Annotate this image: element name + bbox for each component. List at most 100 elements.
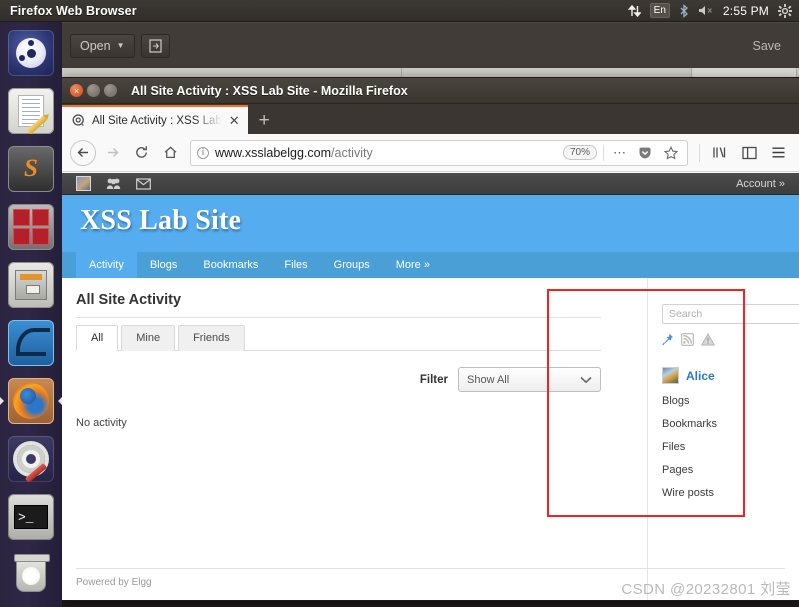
chevron-down-icon: ▼ — [116, 41, 125, 50]
avatar[interactable] — [662, 367, 679, 384]
gear-icon[interactable] — [778, 3, 792, 18]
tab-mine[interactable]: Mine — [121, 325, 176, 351]
sidebar-link-wire-posts[interactable]: Wire posts — [662, 487, 787, 499]
pin-icon[interactable] — [662, 333, 674, 351]
firefox-tabbar: All Site Activity : XSS Lab ✕ + — [62, 104, 799, 134]
maximize-window-button[interactable] — [104, 84, 117, 97]
active-app-title: Firefox Web Browser — [10, 3, 137, 18]
elgg-sidebar: Search Alice Blogs Bookmarks Files Pages… — [662, 278, 799, 499]
minimize-window-button[interactable] — [87, 84, 100, 97]
info-icon[interactable]: i — [197, 146, 209, 159]
file-manager-icon — [8, 262, 54, 308]
sidebar-icon[interactable] — [736, 140, 762, 166]
text-editor-toolbar: Open ▼ Save — [62, 23, 799, 68]
friends-icon[interactable] — [106, 176, 121, 191]
launcher-item-terminal[interactable]: >_ — [0, 488, 62, 546]
launcher-item-virtual-machine[interactable] — [0, 198, 62, 256]
search-placeholder: Search — [669, 308, 703, 320]
virtual-machine-icon — [8, 204, 54, 250]
launcher-item-sublime-text[interactable]: S — [0, 140, 62, 198]
web-page-content: Account » XSS Lab Site Activity Blogs Bo… — [62, 173, 799, 600]
forward-arrow-icon[interactable] — [99, 140, 125, 166]
urlbar-divider — [603, 144, 604, 161]
url-path: /activity — [331, 145, 373, 160]
hamburger-menu-icon[interactable] — [765, 140, 791, 166]
background-text-editor-window[interactable]: Open ▼ Save — [62, 22, 799, 83]
url-bar[interactable]: i www.xsslabelgg.com/activity 70% ⋯ — [190, 139, 688, 166]
library-icon[interactable] — [707, 140, 733, 166]
elgg-favicon-icon — [72, 114, 85, 127]
back-arrow-icon[interactable] — [70, 139, 96, 166]
nav-item-activity[interactable]: Activity — [76, 252, 137, 278]
nav-item-groups[interactable]: Groups — [321, 252, 383, 278]
keyboard-layout-indicator[interactable]: En — [649, 3, 670, 18]
new-document-icon[interactable] — [140, 33, 170, 58]
watermark-text: CSDN @20232801 刘莹 — [621, 581, 791, 598]
empty-state-message: No activity — [76, 417, 127, 429]
filter-select[interactable]: Show All — [458, 367, 601, 392]
launcher-item-wireshark[interactable] — [0, 314, 62, 372]
launcher-item-settings[interactable] — [0, 430, 62, 488]
open-button-label: Open — [80, 38, 111, 53]
filter-label: Filter — [419, 373, 448, 386]
launcher-item-firefox[interactable] — [0, 372, 62, 430]
firefox-window: × All Site Activity : XSS Lab Site - Moz… — [62, 78, 799, 600]
sidebar-link-files[interactable]: Files — [662, 441, 787, 453]
star-icon[interactable] — [661, 145, 681, 160]
browser-tab-title: All Site Activity : XSS Lab — [92, 114, 222, 127]
zoom-level-indicator[interactable]: 70% — [562, 145, 597, 160]
toolbar-divider — [699, 143, 700, 162]
report-icon[interactable] — [700, 332, 716, 351]
search-input[interactable]: Search — [662, 304, 799, 324]
page-title: All Site Activity — [76, 278, 601, 318]
nav-item-files[interactable]: Files — [271, 252, 320, 278]
tab-all[interactable]: All — [76, 325, 119, 351]
save-button[interactable]: Save — [743, 34, 792, 58]
ellipsis-icon[interactable]: ⋯ — [610, 145, 629, 161]
nav-item-blogs[interactable]: Blogs — [137, 252, 191, 278]
pocket-icon[interactable] — [635, 146, 655, 160]
network-updown-icon[interactable] — [627, 4, 641, 18]
url-text: www.xsslabelgg.com/activity — [215, 146, 557, 160]
nav-item-more[interactable]: More » — [383, 252, 443, 278]
desktop-bottom-strip — [62, 600, 799, 607]
rss-icon[interactable] — [681, 333, 695, 351]
home-icon[interactable] — [157, 140, 183, 166]
unity-top-panel: Firefox Web Browser En 2:55 PM — [0, 0, 799, 22]
launcher-item-ubuntu-dash[interactable] — [0, 24, 62, 82]
sidebar-user-name[interactable]: Alice — [686, 369, 715, 383]
close-tab-icon[interactable]: ✕ — [229, 114, 240, 127]
launcher-active-pip — [58, 397, 62, 405]
reload-icon[interactable] — [128, 140, 154, 166]
settings-gear-icon — [8, 436, 54, 482]
close-window-button[interactable]: × — [70, 84, 83, 97]
nav-item-bookmarks[interactable]: Bookmarks — [190, 252, 271, 278]
launcher-item-text-editor[interactable] — [0, 82, 62, 140]
sidebar-user-row[interactable]: Alice — [662, 367, 787, 384]
ubuntu-logo-icon — [8, 30, 54, 76]
text-editor-icon — [8, 88, 54, 134]
account-menu-link[interactable]: Account » — [736, 178, 785, 190]
new-tab-button[interactable]: + — [248, 108, 281, 134]
sidebar-link-bookmarks[interactable]: Bookmarks — [662, 418, 787, 430]
url-host: www.xsslabelgg.com — [215, 145, 332, 160]
elgg-topbar: Account » — [62, 173, 799, 195]
firefox-navigation-toolbar: i www.xsslabelgg.com/activity 70% ⋯ — [62, 134, 799, 172]
system-tray: En 2:55 PM — [627, 3, 799, 18]
content-sidebar-divider — [647, 278, 648, 600]
tab-friends[interactable]: Friends — [178, 325, 245, 351]
bluetooth-icon[interactable] — [679, 3, 689, 18]
clock[interactable]: 2:55 PM — [723, 4, 769, 18]
site-title: XSS Lab Site — [80, 205, 242, 236]
elgg-body: All Site Activity All Mine Friends Filte… — [62, 278, 799, 600]
unity-launcher: S >_ — [0, 22, 62, 607]
volume-muted-icon[interactable] — [698, 4, 714, 17]
user-avatar-icon[interactable] — [76, 176, 91, 191]
sidebar-link-pages[interactable]: Pages — [662, 464, 787, 476]
open-button[interactable]: Open ▼ — [70, 33, 135, 58]
launcher-item-file-manager[interactable] — [0, 256, 62, 314]
browser-tab-active[interactable]: All Site Activity : XSS Lab ✕ — [62, 105, 248, 134]
envelope-icon[interactable] — [136, 176, 151, 191]
sidebar-link-blogs[interactable]: Blogs — [662, 395, 787, 407]
launcher-item-trash[interactable] — [0, 546, 62, 604]
